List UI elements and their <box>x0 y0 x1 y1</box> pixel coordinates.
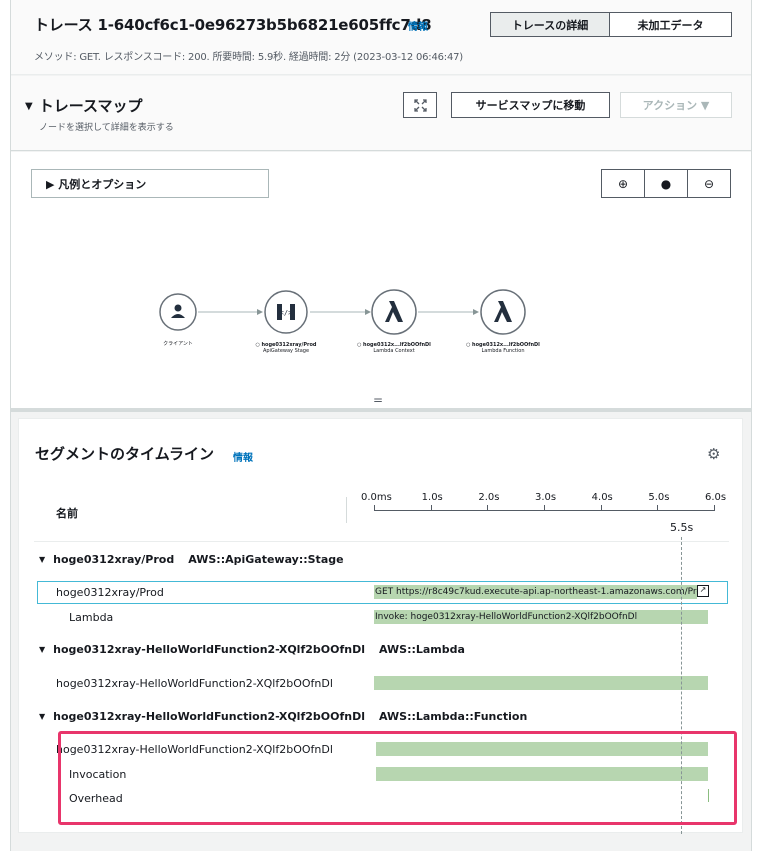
time-tick-label: 5.0s <box>648 492 670 503</box>
node-lambda-function[interactable] <box>480 289 526 335</box>
timeline-title: セグメントのタイムライン <box>35 445 214 463</box>
fullscreen-button[interactable] <box>403 92 437 118</box>
timeline-bar[interactable]: Invoke: hoge0312xray-HelloWorldFunction2… <box>374 610 708 624</box>
actions-dropdown[interactable]: アクション ▼ <box>620 92 732 118</box>
trace-map-canvas[interactable]: ▶ 凡例とオプション ⊕ ● ⊖ </> クライアント ○ hoge0312xr… <box>11 152 751 408</box>
timeline-bar[interactable] <box>374 676 708 690</box>
segment-row-name[interactable]: hoge0312xray-HelloWorldFunction2-XQlf2bO… <box>56 677 333 690</box>
header-divider <box>34 541 729 542</box>
trace-header: トレース 1-640cf6c1-0e96273b5b6821e605ffc7d8… <box>11 0 751 75</box>
time-tick-label: 3.0s <box>535 492 557 503</box>
info-link[interactable]: 情報 <box>408 18 428 33</box>
trace-map-description: ノードを選択して詳細を表示する <box>39 123 174 133</box>
time-tick-label: 6.0s <box>705 492 727 503</box>
highlight-box <box>58 731 737 825</box>
time-tick-label: 2.0s <box>478 492 500 503</box>
trace-map-graph: </> <box>159 289 526 335</box>
split-divider[interactable] <box>11 408 751 412</box>
node-label-lambda-context: ○ hoge0312x...lf2bOOfnDl Lambda Context <box>357 342 431 354</box>
group-lambda-function[interactable]: ▼ hoge0312xray-HelloWorldFunction2-XQlf2b… <box>39 710 527 723</box>
subsegment-row-name[interactable]: Lambda <box>69 611 113 624</box>
svg-text:</>: </> <box>280 309 293 317</box>
column-header-name: 名前 <box>56 507 78 520</box>
segment-row-name[interactable]: hoge0312xray/Prod <box>56 586 164 599</box>
caret-down-icon: ▼ <box>25 101 33 112</box>
resize-handle[interactable]: = <box>373 393 383 407</box>
column-divider[interactable] <box>346 497 347 523</box>
trace-map-header: ▼ トレースマップ ノードを選択して詳細を表示する サービスマップに移動 アクショ… <box>11 76 751 151</box>
time-marker-label: 5.5s <box>670 521 694 534</box>
page-title: トレース 1-640cf6c1-0e96273b5b6821e605ffc7d8 <box>34 16 432 34</box>
tab-raw-data[interactable]: 未加工データ <box>609 12 732 37</box>
trace-detail-page: トレース 1-640cf6c1-0e96273b5b6821e605ffc7d8… <box>10 0 752 851</box>
node-label-apigateway: ○ hoge0312xray/Prod ApiGateway Stage <box>255 342 317 354</box>
group-lambda[interactable]: ▼ hoge0312xray-HelloWorldFunction2-XQlf2b… <box>39 643 465 656</box>
caret-down-icon: ▼ <box>39 555 46 564</box>
time-tick-label: 1.0s <box>421 492 443 503</box>
caret-down-icon: ▼ <box>39 712 46 721</box>
node-label-client: クライアント <box>163 341 193 347</box>
time-tick-mark <box>714 505 715 511</box>
trace-summary: メソッド: GET. レスポンスコード: 200. 所要時間: 5.9秒. 経過… <box>34 52 463 63</box>
timeline-bar[interactable]: GET https://r8c49c7kud.execute-api.ap-no… <box>374 585 697 599</box>
node-lambda-context[interactable] <box>371 289 417 335</box>
external-link-icon[interactable]: ↗ <box>697 585 709 597</box>
timeline-info-link[interactable]: 情報 <box>233 449 253 464</box>
caret-down-icon: ▼ <box>39 645 46 654</box>
time-tick-label: 0.0ms <box>361 492 392 503</box>
expand-icon <box>413 98 427 112</box>
time-axis-line <box>374 510 714 511</box>
tab-trace-details[interactable]: トレースの詳細 <box>490 12 610 37</box>
go-to-service-map-button[interactable]: サービスマップに移動 <box>451 92 610 118</box>
node-client[interactable] <box>159 293 197 331</box>
gear-icon[interactable]: ⚙ <box>707 445 720 463</box>
group-apigateway-stage[interactable]: ▼ hoge0312xray/Prod AWS::ApiGateway::Stage <box>39 553 344 566</box>
node-label-lambda-function: ○ hoge0312x...lf2bOOfnDl Lambda Function <box>466 342 540 354</box>
segment-timeline-panel: セグメントのタイムライン 情報 ⚙ 名前 0.0ms 1.0s 2.0s 3.0s 4.… <box>18 418 743 834</box>
trace-map-title[interactable]: ▼ トレースマップ <box>25 95 143 116</box>
node-apigateway[interactable]: </> <box>264 290 308 334</box>
time-tick-label: 4.0s <box>591 492 613 503</box>
